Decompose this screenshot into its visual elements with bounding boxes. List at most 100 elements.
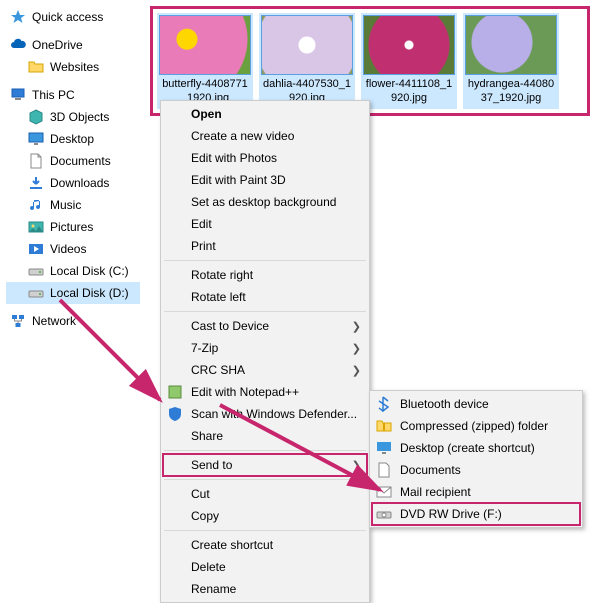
star-icon [10,9,26,25]
menu-label: Edit with Paint 3D [191,173,286,187]
submenu-compressed-folder[interactable]: Compressed (zipped) folder [372,415,580,437]
documents-icon [28,153,44,169]
menu-separator [164,450,366,451]
nav-this-pc[interactable]: This PC [6,84,140,106]
desktop-icon [28,131,44,147]
desktop-icon [376,440,392,456]
menu-label: Documents [400,463,461,477]
documents-icon [376,462,392,478]
thumbnail-icon [159,15,251,75]
menu-cut[interactable]: Cut [163,483,367,505]
submenu-dvd-rw-drive[interactable]: DVD RW Drive (F:) [372,503,580,525]
nav-quick-access[interactable]: Quick access [6,6,140,28]
menu-label: Copy [191,509,219,523]
menu-send-to[interactable]: Send to ❯ [163,454,367,476]
drive-icon [28,263,44,279]
nav-label: Local Disk (D:) [50,286,129,300]
nav-downloads[interactable]: Downloads [6,172,140,194]
menu-7zip[interactable]: 7-Zip ❯ [163,337,367,359]
thumbnail-icon [465,15,557,75]
file-item[interactable]: hydrangea-4408037_1920.jpg [463,13,559,109]
nav-local-disk-c[interactable]: Local Disk (C:) [6,260,140,282]
menu-edit-with-paint3d[interactable]: Edit with Paint 3D [163,169,367,191]
nav-label: 3D Objects [50,110,109,124]
videos-icon [28,241,44,257]
menu-rotate-right[interactable]: Rotate right [163,264,367,286]
nav-label: Pictures [50,220,93,234]
chevron-right-icon: ❯ [352,342,361,355]
menu-create-new-video[interactable]: Create a new video [163,125,367,147]
menu-label: Bluetooth device [400,397,489,411]
menu-label: 7-Zip [191,341,218,355]
menu-label: Edit with Notepad++ [191,385,299,399]
file-item[interactable]: dahlia-4407530_1920.jpg [259,13,355,109]
menu-separator [164,479,366,480]
menu-open[interactable]: Open [163,103,367,125]
menu-label: Rotate left [191,290,246,304]
menu-edit[interactable]: Edit [163,213,367,235]
menu-label: Print [191,239,216,253]
disc-drive-icon [376,506,392,522]
thumbnail-icon [261,15,353,75]
file-item[interactable]: butterfly-4408771_1920.jpg [157,13,253,109]
cloud-icon [10,37,26,53]
drive-icon [28,285,44,301]
menu-separator [164,260,366,261]
nav-local-disk-d[interactable]: Local Disk (D:) [6,282,140,304]
menu-rename[interactable]: Rename [163,578,367,600]
nav-label: Videos [50,242,86,256]
bluetooth-icon [376,396,392,412]
nav-websites[interactable]: Websites [6,56,140,78]
nav-label: Local Disk (C:) [50,264,129,278]
menu-edit-notepadpp[interactable]: Edit with Notepad++ [163,381,367,403]
network-icon [10,313,26,329]
nav-onedrive[interactable]: OneDrive [6,34,140,56]
nav-label: Music [50,198,81,212]
menu-label: Rename [191,582,236,596]
menu-label: Cut [191,487,210,501]
menu-scan-defender[interactable]: Scan with Windows Defender... [163,403,367,425]
nav-pictures[interactable]: Pictures [6,216,140,238]
chevron-right-icon: ❯ [352,320,361,333]
nav-label: Network [32,314,76,328]
send-to-submenu: Bluetooth device Compressed (zipped) fol… [369,390,583,528]
pc-icon [10,87,26,103]
menu-label: Send to [191,458,232,472]
chevron-right-icon: ❯ [352,459,361,472]
nav-label: Documents [50,154,111,168]
nav-3d-objects[interactable]: 3D Objects [6,106,140,128]
submenu-mail-recipient[interactable]: Mail recipient [372,481,580,503]
zip-folder-icon [376,418,392,434]
menu-edit-with-photos[interactable]: Edit with Photos [163,147,367,169]
nav-desktop[interactable]: Desktop [6,128,140,150]
menu-label: Share [191,429,223,443]
menu-share[interactable]: Share [163,425,367,447]
menu-rotate-left[interactable]: Rotate left [163,286,367,308]
nav-network[interactable]: Network [6,310,140,332]
menu-label: Mail recipient [400,485,471,499]
nav-videos[interactable]: Videos [6,238,140,260]
file-name: hydrangea-4408037_1920.jpg [465,75,557,107]
menu-crc-sha[interactable]: CRC SHA❯ [163,359,367,381]
menu-print[interactable]: Print [163,235,367,257]
menu-cast-to-device[interactable]: Cast to Device❯ [163,315,367,337]
menu-label: Set as desktop background [191,195,336,209]
menu-label: Compressed (zipped) folder [400,419,548,433]
submenu-bluetooth[interactable]: Bluetooth device [372,393,580,415]
menu-label: Create a new video [191,129,294,143]
menu-label: Rotate right [191,268,253,282]
navigation-pane: Quick access OneDrive Websites This PC 3… [0,0,140,524]
menu-create-shortcut[interactable]: Create shortcut [163,534,367,556]
menu-set-as-background[interactable]: Set as desktop background [163,191,367,213]
nav-documents[interactable]: Documents [6,150,140,172]
submenu-documents[interactable]: Documents [372,459,580,481]
menu-delete[interactable]: Delete [163,556,367,578]
submenu-desktop-shortcut[interactable]: Desktop (create shortcut) [372,437,580,459]
nav-label: Downloads [50,176,109,190]
menu-separator [164,311,366,312]
notepadpp-icon [167,384,183,400]
nav-label: OneDrive [32,38,83,52]
cube-icon [28,109,44,125]
nav-music[interactable]: Music [6,194,140,216]
file-item[interactable]: flower-4411108_1920.jpg [361,13,457,109]
